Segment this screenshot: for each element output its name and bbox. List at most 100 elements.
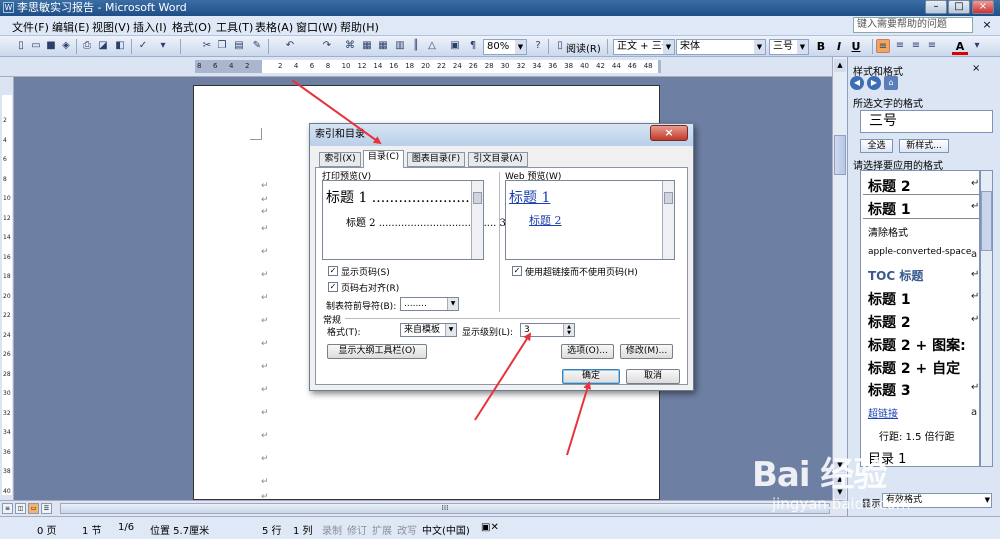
format-painter-icon[interactable]: ✎ [250,39,264,53]
minimize-button[interactable]: – [925,0,947,14]
save-icon[interactable]: ■ [44,39,58,53]
style-item[interactable]: 标题 2 ↵ [868,176,979,196]
align-right-icon[interactable]: ≡ [909,39,923,53]
show-page-numbers-checkbox[interactable]: ✓ [328,266,338,276]
align-left-icon[interactable]: ≡ [876,39,890,53]
status-track-changes[interactable]: 修订 [347,522,367,537]
menu-table[interactable]: 表格(A) [255,19,293,35]
permission-icon[interactable]: ◈ [59,39,73,53]
paste-icon[interactable]: ▤ [232,39,246,53]
select-all-button[interactable]: 全选 [860,139,893,153]
scroll-thumb[interactable] [664,192,673,204]
cut-icon[interactable]: ✂ [200,39,214,53]
horizontal-scrollbar[interactable]: ≡ ◫ ▭ ☰ ⁞⁞⁞ [0,500,847,516]
columns-icon[interactable]: ║ [409,39,423,53]
tab-table-of-contents[interactable]: 目录(C) [363,150,404,168]
style-list-scrollbar[interactable] [980,170,993,467]
undo-icon[interactable]: ↶ [283,39,297,53]
back-icon[interactable]: ◀ [850,76,864,90]
spinner-arrows-icon[interactable]: ▲ ▼ [563,324,574,336]
font-size-select[interactable]: 三号 ▼ [769,39,809,55]
font-color-button[interactable]: A [952,39,968,55]
menu-tools[interactable]: 工具(T) [216,19,253,35]
copy-icon[interactable]: ❐ [215,39,229,53]
print-preview-icon[interactable]: ◪ [96,39,110,53]
use-hyperlinks-checkbox[interactable]: ✓ [512,266,522,276]
maximize-button[interactable]: □ [948,0,970,14]
read-mode-icon[interactable]: ▯ [553,39,567,53]
style-item[interactable]: 超链接 a [868,405,977,420]
scroll-thumb[interactable] [473,192,482,204]
close-document-button[interactable]: × [980,18,994,32]
help-icon[interactable]: ? [531,39,545,53]
close-window-button[interactable]: × [972,0,994,14]
current-format-box[interactable]: 三号 [860,110,993,133]
font-select[interactable]: 宋体 ▼ [676,39,766,55]
zoom-select[interactable]: 80% ▼ [483,39,527,55]
pane-close-button[interactable]: × [972,63,980,74]
drawing-icon[interactable]: △ [425,39,439,53]
italic-button[interactable]: I [831,39,847,55]
scroll-up-icon[interactable]: ▲ [834,59,846,72]
insert-table-icon[interactable]: ▦ [376,39,390,53]
justify-icon[interactable]: ≡ [925,39,939,53]
style-item[interactable]: 标题 2 ↵ [868,312,979,332]
menu-insert[interactable]: 插入(I) [133,19,167,35]
style-item[interactable]: 标题 3 ↵ [868,380,979,400]
options-button[interactable]: 选项(O)... [561,344,614,359]
research-icon[interactable]: ◧ [113,39,127,53]
menu-view[interactable]: 视图(V) [92,19,130,35]
print-icon[interactable]: ⎙ [80,39,94,53]
home-icon[interactable]: ⌂ [884,76,898,90]
formats-select[interactable]: 来自模板 ▼ [400,323,457,337]
spelling-status-icon[interactable]: ▣✕ [481,522,499,533]
forward-icon[interactable]: ▶ [867,76,881,90]
menu-format[interactable]: 格式(O) [172,19,211,35]
ok-button[interactable]: 确定 [562,369,620,384]
outline-view-icon[interactable]: ☰ [41,503,52,514]
tab-leader-select[interactable]: ........ ▼ [400,297,459,311]
dropdown-icon[interactable]: ▾ [970,39,984,53]
style-item[interactable]: 清除格式 [868,224,908,239]
open-folder-icon[interactable]: ▭ [29,39,43,53]
new-document-icon[interactable]: ▯ [14,39,28,53]
menu-help[interactable]: 帮助(H) [340,19,379,35]
help-search-input[interactable]: 键入需要帮助的问题 [853,17,973,33]
tables-borders-icon[interactable]: ▦ [360,39,374,53]
style-item[interactable]: 标题 1 ↵ [868,199,979,219]
menu-file[interactable]: 文件(F) [12,19,49,35]
spelling-icon[interactable]: ✓ [136,39,150,53]
vertical-scrollbar[interactable]: ▲ ▼ ▲ ▼ [832,57,847,500]
cancel-button[interactable]: 取消 [626,369,680,384]
align-center-icon[interactable]: ≡ [893,39,907,53]
style-item[interactable]: 行距: 1.5 倍行距 [879,428,955,443]
tab-index[interactable]: 索引(X) [319,152,361,167]
show-outline-toolbar-button[interactable]: 显示大纲工具栏(O) [327,344,427,359]
read-mode-button[interactable]: 阅读(R) [566,40,601,55]
show-hide-icon[interactable]: ¶ [466,39,480,53]
normal-view-icon[interactable]: ≡ [2,503,13,514]
new-style-button[interactable]: 新样式... [899,139,949,153]
dialog-close-button[interactable]: × [650,125,688,141]
print-view-icon[interactable]: ▭ [28,503,39,514]
style-item[interactable]: 标题 1 ↵ [868,289,979,309]
tab-table-of-figures[interactable]: 图表目录(F) [407,152,465,167]
dropdown-icon[interactable]: ▾ [156,39,170,53]
style-item[interactable]: TOC 标题 ↵ [868,267,979,284]
style-select[interactable]: 正文 + 三号 ▼ [613,39,675,55]
menu-edit[interactable]: 编辑(E) [52,19,90,35]
status-extend[interactable]: 扩展 [372,522,392,537]
hyperlink-icon[interactable]: ⌘ [343,39,357,53]
tab-table-of-authorities[interactable]: 引文目录(A) [468,152,528,167]
preview-scrollbar[interactable] [471,181,483,259]
redo-icon[interactable]: ↷ [320,39,334,53]
status-overtype[interactable]: 改写 [397,522,417,537]
scroll-thumb[interactable] [981,191,992,251]
web-view-icon[interactable]: ◫ [15,503,26,514]
bold-button[interactable]: B [813,39,829,55]
right-align-checkbox[interactable]: ✓ [328,282,338,292]
underline-button[interactable]: U [848,39,864,55]
style-item[interactable]: 标题 2 + 图案: [868,335,966,355]
horizontal-scroll-thumb[interactable]: ⁞⁞⁞ [60,503,830,514]
modify-button[interactable]: 修改(M)... [620,344,673,359]
